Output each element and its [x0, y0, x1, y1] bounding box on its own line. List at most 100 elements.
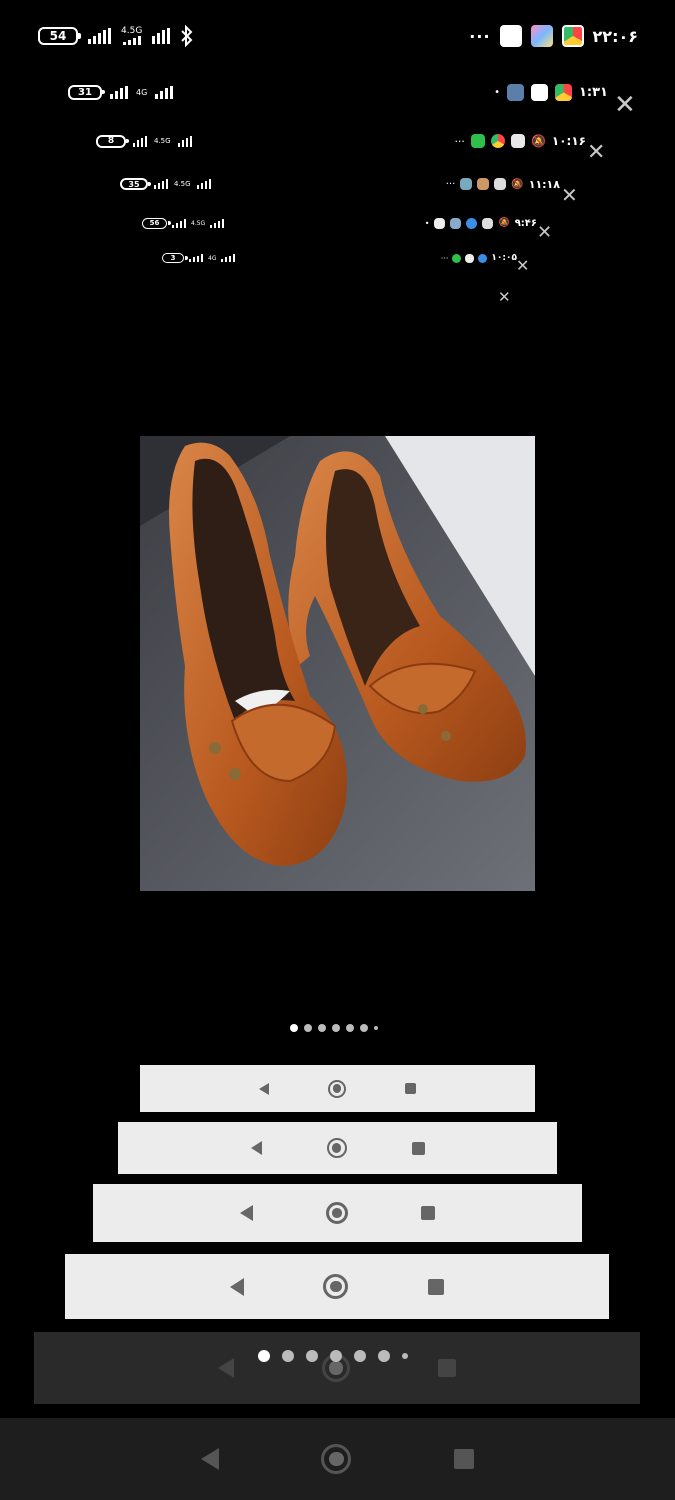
signal-icon-2 — [221, 254, 236, 262]
battery-icon: 31 — [68, 84, 105, 100]
clock: ۱:۳۱ — [578, 84, 608, 100]
nested-status-2: 8 4.5G ··· 🔕 ۱۰:۱۶ — [96, 132, 586, 150]
pager-dot[interactable] — [360, 1024, 368, 1032]
clock: ۱۰:۱۶ — [551, 134, 586, 148]
battery-icon: 56 — [142, 217, 171, 229]
close-icon[interactable]: ✕ — [537, 224, 552, 242]
clock: ۱۰:۰۵ — [491, 253, 517, 263]
nested-navbar-4 — [65, 1254, 609, 1319]
battery-icon: 8 — [96, 134, 129, 148]
recents-button[interactable] — [453, 1449, 474, 1469]
signal-icon-2 — [152, 28, 171, 44]
network-label: 4G — [136, 87, 148, 97]
app-icon — [450, 217, 462, 229]
pager-dot-active[interactable] — [290, 1024, 298, 1032]
nested-status-1: 31 4G • ۱:۳۱ — [68, 82, 608, 102]
network-label: 4.5G — [191, 219, 206, 227]
app-icon — [434, 217, 446, 229]
telegram-icon — [466, 217, 478, 229]
recents-icon — [438, 1359, 456, 1377]
close-icon[interactable]: ✕ — [516, 258, 529, 274]
system-navigation-bar — [0, 1418, 675, 1500]
mute-icon: 🔕 — [511, 178, 524, 190]
dot: • — [494, 86, 500, 98]
close-icon[interactable]: ✕ — [614, 92, 636, 118]
pager-dot-small[interactable] — [374, 1026, 378, 1030]
nested-navbar-3 — [93, 1184, 582, 1242]
pager-dot[interactable] — [318, 1024, 326, 1032]
signal-icon-2 — [177, 135, 192, 147]
back-icon — [250, 1141, 262, 1155]
pager-dot[interactable] — [346, 1024, 354, 1032]
close-icon[interactable]: ✕ — [587, 142, 605, 164]
chrome-like-app-icon — [561, 25, 584, 47]
signal-icon-2 — [210, 218, 225, 228]
nested-status-3: 35 4.5G ··· 🔕 ۱۱:۱۸ — [120, 176, 560, 192]
nested-status-5: 3 4G ··· ۱۰:۰۵ — [162, 252, 517, 264]
mute-icon: 🔕 — [530, 134, 546, 148]
network-label: 4.5G — [174, 179, 191, 188]
overflow-icon: ··· — [440, 253, 449, 263]
nested-pager — [258, 1350, 408, 1362]
back-icon — [218, 1358, 234, 1378]
clock: ۱۱:۱۸ — [528, 177, 560, 191]
home-icon — [326, 1138, 347, 1158]
signal-icon-2 — [196, 179, 211, 189]
overflow-icon: ··· — [454, 134, 465, 148]
pager-dot — [306, 1350, 318, 1362]
network-label: 4.5G — [121, 26, 143, 36]
back-icon — [259, 1082, 270, 1095]
product-photo[interactable] — [140, 436, 535, 891]
recents-icon — [404, 1083, 416, 1094]
close-icon[interactable]: ✕ — [498, 290, 511, 305]
network-label: 4G — [208, 254, 217, 262]
home-icon — [327, 1079, 346, 1098]
nested-navbar-2 — [118, 1122, 557, 1174]
home-icon — [323, 1274, 349, 1299]
app-icon — [482, 217, 494, 229]
gallery-pager[interactable] — [290, 1024, 378, 1032]
bluetooth-icon — [181, 25, 193, 47]
network-label: 4.5G — [154, 136, 171, 145]
mute-icon: 🔕 — [498, 218, 510, 228]
back-icon — [229, 1277, 244, 1296]
home-button[interactable] — [321, 1444, 352, 1474]
pager-dot[interactable] — [332, 1024, 340, 1032]
signal-icon-2 — [155, 85, 174, 99]
pager-dot — [330, 1350, 342, 1362]
chrome-icon — [490, 134, 505, 148]
pager-dot — [282, 1350, 294, 1362]
nested-navbar-5 — [34, 1332, 640, 1404]
recents-icon — [428, 1278, 445, 1295]
telegram-icon — [478, 253, 488, 263]
close-icon[interactable]: ✕ — [561, 185, 578, 205]
back-icon — [239, 1205, 253, 1221]
nested-status-4: 56 4.5G • 🔕 ۹:۴۶ — [142, 216, 537, 230]
battery-icon: 54 — [38, 27, 81, 45]
gallery-app-icon — [530, 25, 553, 47]
divar-app-icon — [499, 25, 522, 47]
clock: ۲۲:۰۶ — [592, 26, 638, 46]
pager-dot[interactable] — [304, 1024, 312, 1032]
signal-icon — [110, 85, 128, 99]
app-icon — [494, 178, 507, 190]
signal-icon — [88, 28, 111, 44]
whatsapp-icon — [470, 134, 485, 148]
pager-dot — [378, 1350, 390, 1362]
app-icon — [510, 134, 525, 148]
pager-dot-active — [258, 1350, 270, 1362]
recents-icon — [411, 1141, 425, 1155]
dot: • — [424, 218, 430, 228]
signal-icon — [154, 179, 168, 189]
network-type: 4.5G — [121, 27, 142, 45]
back-button[interactable] — [201, 1448, 220, 1470]
shoes-image — [140, 436, 535, 891]
recents-icon — [421, 1206, 436, 1220]
signal-icon — [133, 135, 147, 147]
battery-icon: 35 — [120, 178, 151, 190]
app-icon — [460, 178, 473, 190]
app-icon — [452, 253, 462, 263]
pager-dot — [354, 1350, 366, 1362]
chrome-like-app-icon — [554, 83, 572, 101]
home-icon — [325, 1202, 348, 1224]
